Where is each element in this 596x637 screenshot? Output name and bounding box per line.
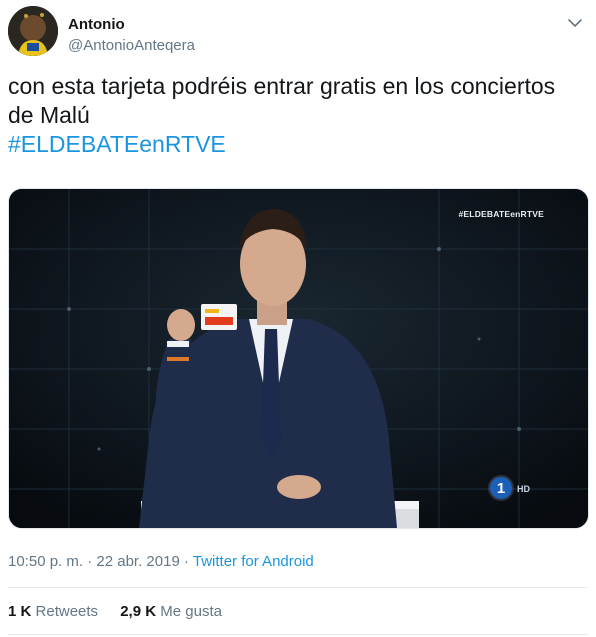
tweet-date[interactable]: 22 abr. 2019 xyxy=(96,553,179,570)
likes-label: Me gusta xyxy=(160,603,222,620)
divider xyxy=(8,634,588,635)
user-handle[interactable]: @AntonioAnteqera xyxy=(68,37,195,54)
tweet-source-link[interactable]: Twitter for Android xyxy=(193,553,314,570)
tweet-time[interactable]: 10:50 p. m. xyxy=(8,553,83,570)
meta-separator: · xyxy=(83,553,97,570)
hashtag-link[interactable]: #ELDEBATEenRTVE xyxy=(8,130,578,159)
retweets-label: Retweets xyxy=(35,603,99,620)
avatar-image xyxy=(8,6,58,56)
tweet-meta: 10:50 p. m. · 22 abr. 2019 · Twitter for… xyxy=(8,553,314,570)
chevron-down-icon[interactable] xyxy=(566,14,584,32)
avatar[interactable] xyxy=(8,6,58,56)
tweet-text: con esta tarjeta podréis entrar gratis e… xyxy=(8,72,578,159)
media-watermark: #ELDEBATEenRTVE xyxy=(458,209,544,219)
likes-count: 2,9 K xyxy=(120,603,157,620)
tweet-media[interactable]: #ELDEBATEenRTVE 1 HD xyxy=(8,188,589,529)
retweets-stat[interactable]: 1 K Retweets xyxy=(8,603,98,620)
likes-stat[interactable]: 2,9 K Me gusta xyxy=(120,603,222,620)
tweet-header: Antonio @AntonioAnteqera xyxy=(8,6,588,62)
tve-channel-suffix: HD xyxy=(517,484,530,494)
tve-channel-logo: 1 HD xyxy=(487,474,547,509)
tweet-stats: 1 K Retweets 2,9 K Me gusta xyxy=(8,603,240,620)
retweets-count: 1 K xyxy=(8,603,32,620)
divider xyxy=(8,587,588,588)
tve-channel-number: 1 xyxy=(497,480,505,497)
meta-separator: · xyxy=(179,553,193,570)
tweet-body: con esta tarjeta podréis entrar gratis e… xyxy=(8,73,556,128)
user-display-name[interactable]: Antonio xyxy=(68,16,125,33)
